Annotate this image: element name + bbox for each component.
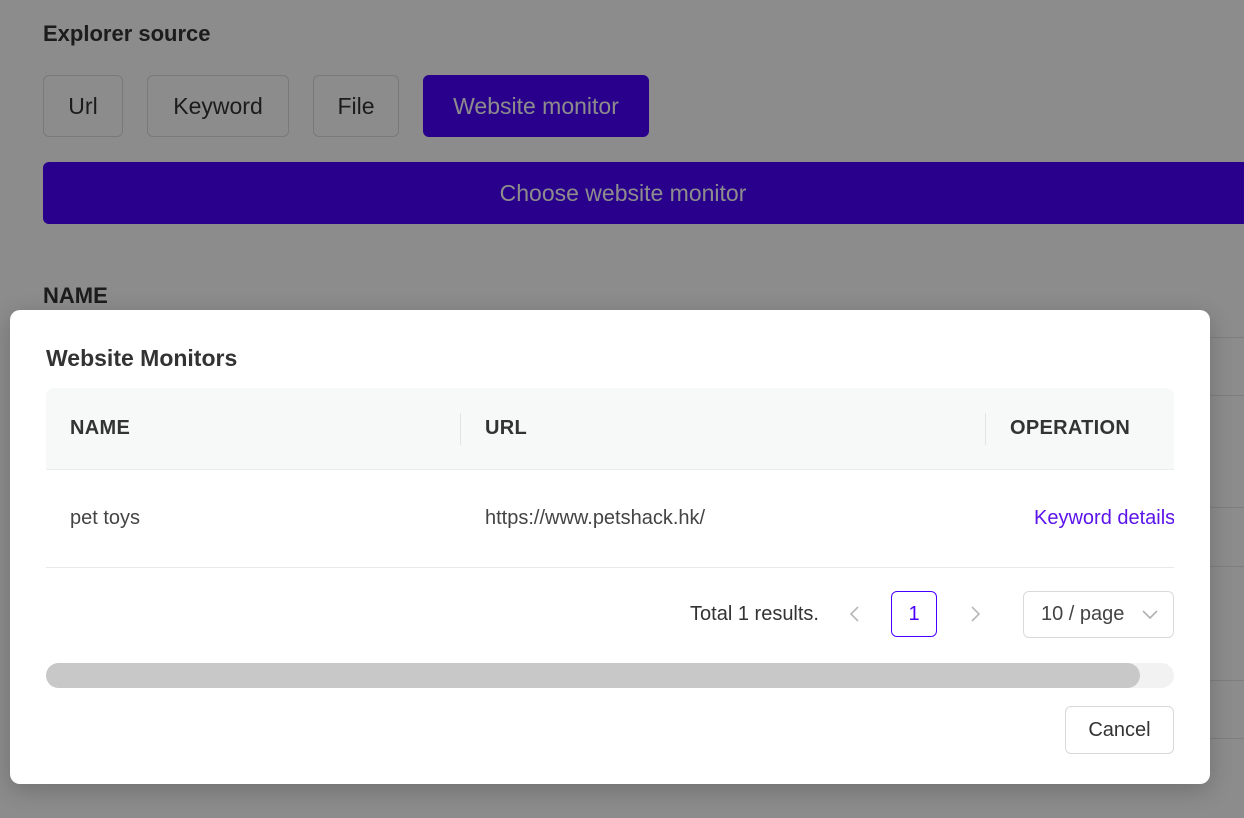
column-header-url[interactable]: URL — [485, 388, 527, 469]
page-size-select[interactable]: 10 / page — [1023, 591, 1174, 638]
prev-page-button[interactable] — [843, 590, 867, 638]
column-separator — [985, 413, 986, 445]
website-monitors-modal: Website Monitors NAME URL OPERATION pet … — [10, 310, 1210, 784]
row-name-cell: pet toys — [70, 507, 141, 529]
page-size-value: 10 / page — [1041, 603, 1125, 625]
chevron-left-icon — [849, 606, 859, 622]
chevron-down-icon — [1142, 610, 1158, 620]
horizontal-scrollbar[interactable] — [46, 663, 1174, 688]
column-header-operation[interactable]: OPERATION — [1010, 388, 1130, 469]
column-separator — [460, 413, 461, 445]
page-number-button[interactable]: 1 — [891, 591, 937, 637]
keyword-details-link[interactable]: Keyword details — [1034, 470, 1174, 567]
pagination: Total 1 results. 1 10 / page — [46, 590, 1174, 638]
total-results-text: Total 1 results. — [690, 602, 819, 625]
next-page-button[interactable] — [963, 590, 987, 638]
row-url-cell: https://www.petshack.hk/ — [485, 507, 706, 529]
monitors-table: NAME URL OPERATION pet toys https://www.… — [46, 388, 1174, 568]
row-operation-cell: Keyword details — [1010, 470, 1174, 567]
cancel-button[interactable]: Cancel — [1065, 706, 1174, 754]
chevron-right-icon — [971, 606, 981, 622]
column-header-name[interactable]: NAME — [70, 388, 130, 469]
scrollbar-thumb[interactable] — [46, 663, 1141, 688]
table-header: NAME URL OPERATION — [46, 388, 1174, 470]
table-row: pet toys https://www.petshack.hk/ Keywor… — [46, 470, 1174, 568]
modal-title: Website Monitors — [46, 345, 238, 371]
